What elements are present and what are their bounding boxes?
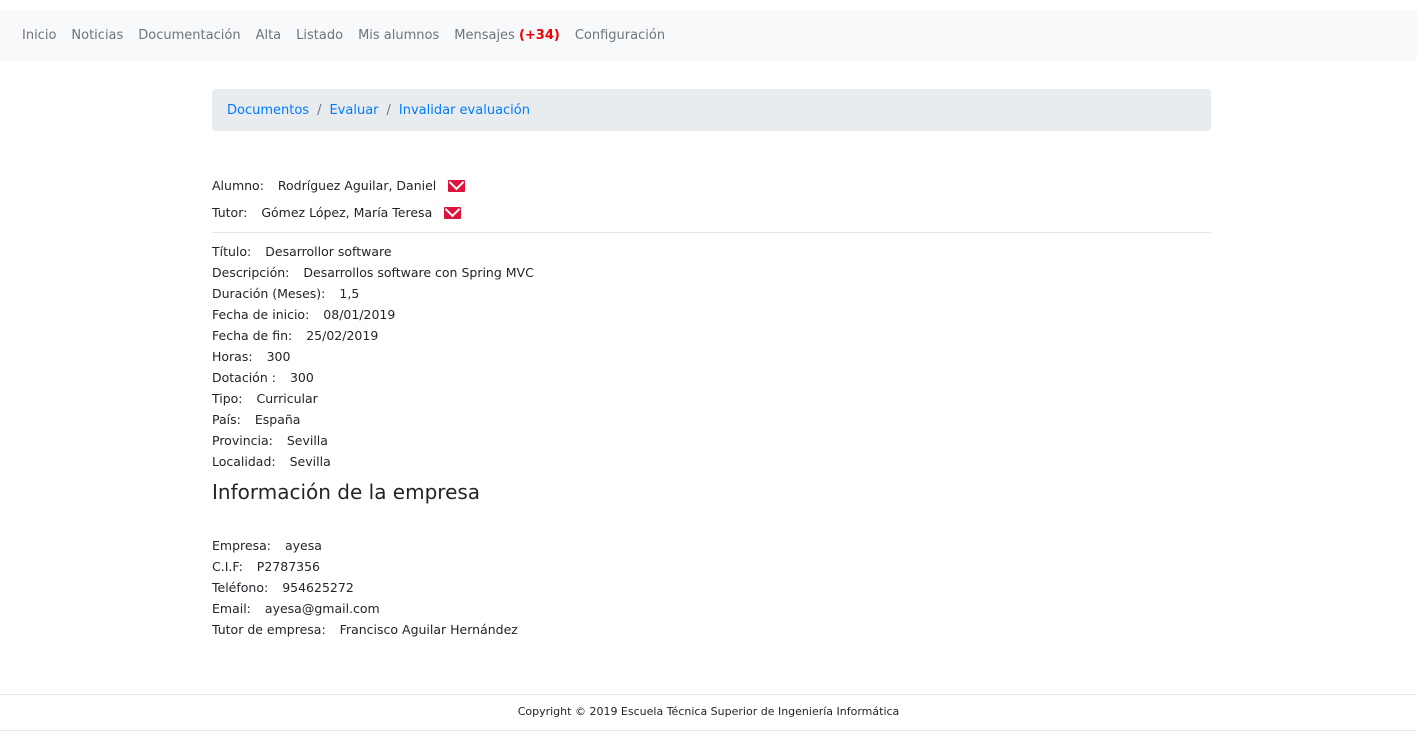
detail-value: ayesa — [284, 538, 322, 553]
alumno-row: Alumno: Rodríguez Aguilar, Daniel — [212, 172, 1211, 199]
detail-value: Sevilla — [286, 433, 328, 448]
detail-label: Título: — [212, 244, 252, 259]
detail-label: Localidad: — [212, 454, 276, 469]
navbar: Inicio Noticias Documentación Alta Lista… — [0, 10, 1417, 61]
messages-badge: (+34) — [518, 28, 560, 43]
divider — [212, 232, 1211, 233]
detail-label: Tipo: — [212, 391, 243, 406]
envelope-icon[interactable] — [448, 179, 466, 192]
detail-value: 300 — [266, 349, 291, 364]
detail-row: Empresa: ayesa — [212, 535, 1211, 556]
detail-label: Duración (Meses): — [212, 286, 326, 301]
details-list: Título: Desarrollor software Descripción: D… — [212, 241, 1211, 472]
breadcrumb-separator: / — [386, 102, 391, 118]
company-list: Empresa: ayesa C.I.F: P2787356 Teléfono: 9546… — [212, 535, 1211, 640]
breadcrumb: Documentos / Evaluar / Invalidar evaluació… — [212, 89, 1211, 131]
detail-value: 08/01/2019 — [323, 307, 396, 322]
nav-alta[interactable]: Alta — [256, 28, 282, 43]
value: Rodríguez Aguilar, Daniel — [277, 178, 437, 193]
detail-label: Descripción: — [212, 265, 290, 280]
detail-row: Horas: 300 — [212, 346, 1211, 367]
detail-row: Localidad: Sevilla — [212, 451, 1211, 472]
detail-row: Email: ayesa@gmail.com — [212, 598, 1211, 619]
detail-value: ayesa@gmail.com — [264, 601, 380, 616]
detail-label: Horas: — [212, 349, 253, 364]
company-heading: Información de la empresa — [212, 480, 481, 504]
label: Alumno: — [212, 178, 264, 193]
detail-row: Fecha de fin: 25/02/2019 — [212, 325, 1211, 346]
detail-value: Francisco Aguilar Hernández — [339, 622, 518, 637]
detail-value: Curricular — [256, 391, 318, 406]
detail-label: Teléfono: — [212, 580, 269, 595]
nav-configuracion[interactable]: Configuración — [575, 28, 665, 43]
detail-row: Teléfono: 954625272 — [212, 577, 1211, 598]
nav-listado[interactable]: Listado — [296, 28, 343, 43]
detail-row: Dotación : 300 — [212, 367, 1211, 388]
value: Gómez López, María Teresa — [261, 205, 433, 220]
nav-inicio[interactable]: Inicio — [22, 28, 56, 43]
detail-label: C.I.F: — [212, 559, 243, 574]
detail-value: 1,5 — [339, 286, 360, 301]
detail-row: C.I.F: P2787356 — [212, 556, 1211, 577]
detail-label: Email: — [212, 601, 251, 616]
detail-value: Sevilla — [289, 454, 331, 469]
detail-value: P2787356 — [256, 559, 321, 574]
detail-value: 954625272 — [282, 580, 354, 595]
detail-row: Descripción: Desarrollos software con Spr… — [212, 262, 1211, 283]
breadcrumb-evaluar[interactable]: Evaluar — [329, 103, 378, 118]
detail-value: Desarrollor software — [265, 244, 392, 259]
nav-mensajes[interactable]: Mensajes (+34) — [454, 28, 560, 43]
detail-value: Desarrollos software con Spring MVC — [303, 265, 534, 280]
detail-value: 25/02/2019 — [306, 328, 379, 343]
footer: Copyright © 2019 Escuela Técnica Superio… — [0, 694, 1417, 731]
envelope-icon[interactable] — [444, 206, 462, 219]
detail-value: España — [254, 412, 301, 427]
nav-noticias[interactable]: Noticias — [71, 28, 123, 43]
label: Tutor: — [212, 205, 248, 220]
nav-documentacion[interactable]: Documentación — [138, 28, 240, 43]
detail-row: Título: Desarrollor software — [212, 241, 1211, 262]
breadcrumb-invalidar[interactable]: Invalidar evaluación — [399, 103, 530, 118]
detail-label: Fecha de fin: — [212, 328, 293, 343]
detail-row: País: España — [212, 409, 1211, 430]
detail-row: Provincia: Sevilla — [212, 430, 1211, 451]
detail-row: Tipo: Curricular — [212, 388, 1211, 409]
nav-mensajes-label: Mensajes — [454, 28, 515, 43]
breadcrumb-documentos[interactable]: Documentos — [227, 103, 309, 118]
detail-row: Duración (Meses): 1,5 — [212, 283, 1211, 304]
detail-row: Tutor de empresa: Francisco Aguilar Herná… — [212, 619, 1211, 640]
detail-label: Dotación : — [212, 370, 276, 385]
detail-label: País: — [212, 412, 241, 427]
detail-label: Fecha de inicio: — [212, 307, 310, 322]
tutor-row: Tutor: Gómez López, María Teresa — [212, 199, 1211, 226]
detail-row: Fecha de inicio: 08/01/2019 — [212, 304, 1211, 325]
detail-value: 300 — [289, 370, 314, 385]
detail-label: Provincia: — [212, 433, 273, 448]
breadcrumb-separator: / — [317, 102, 322, 118]
copyright: Copyright © 2019 Escuela Técnica Superio… — [517, 705, 900, 718]
detail-label: Empresa: — [212, 538, 271, 553]
detail-label: Tutor de empresa: — [212, 622, 326, 637]
nav-mis-alumnos[interactable]: Mis alumnos — [358, 28, 439, 43]
main-content: Alumno: Rodríguez Aguilar, Daniel Tutor: G… — [212, 172, 1211, 640]
